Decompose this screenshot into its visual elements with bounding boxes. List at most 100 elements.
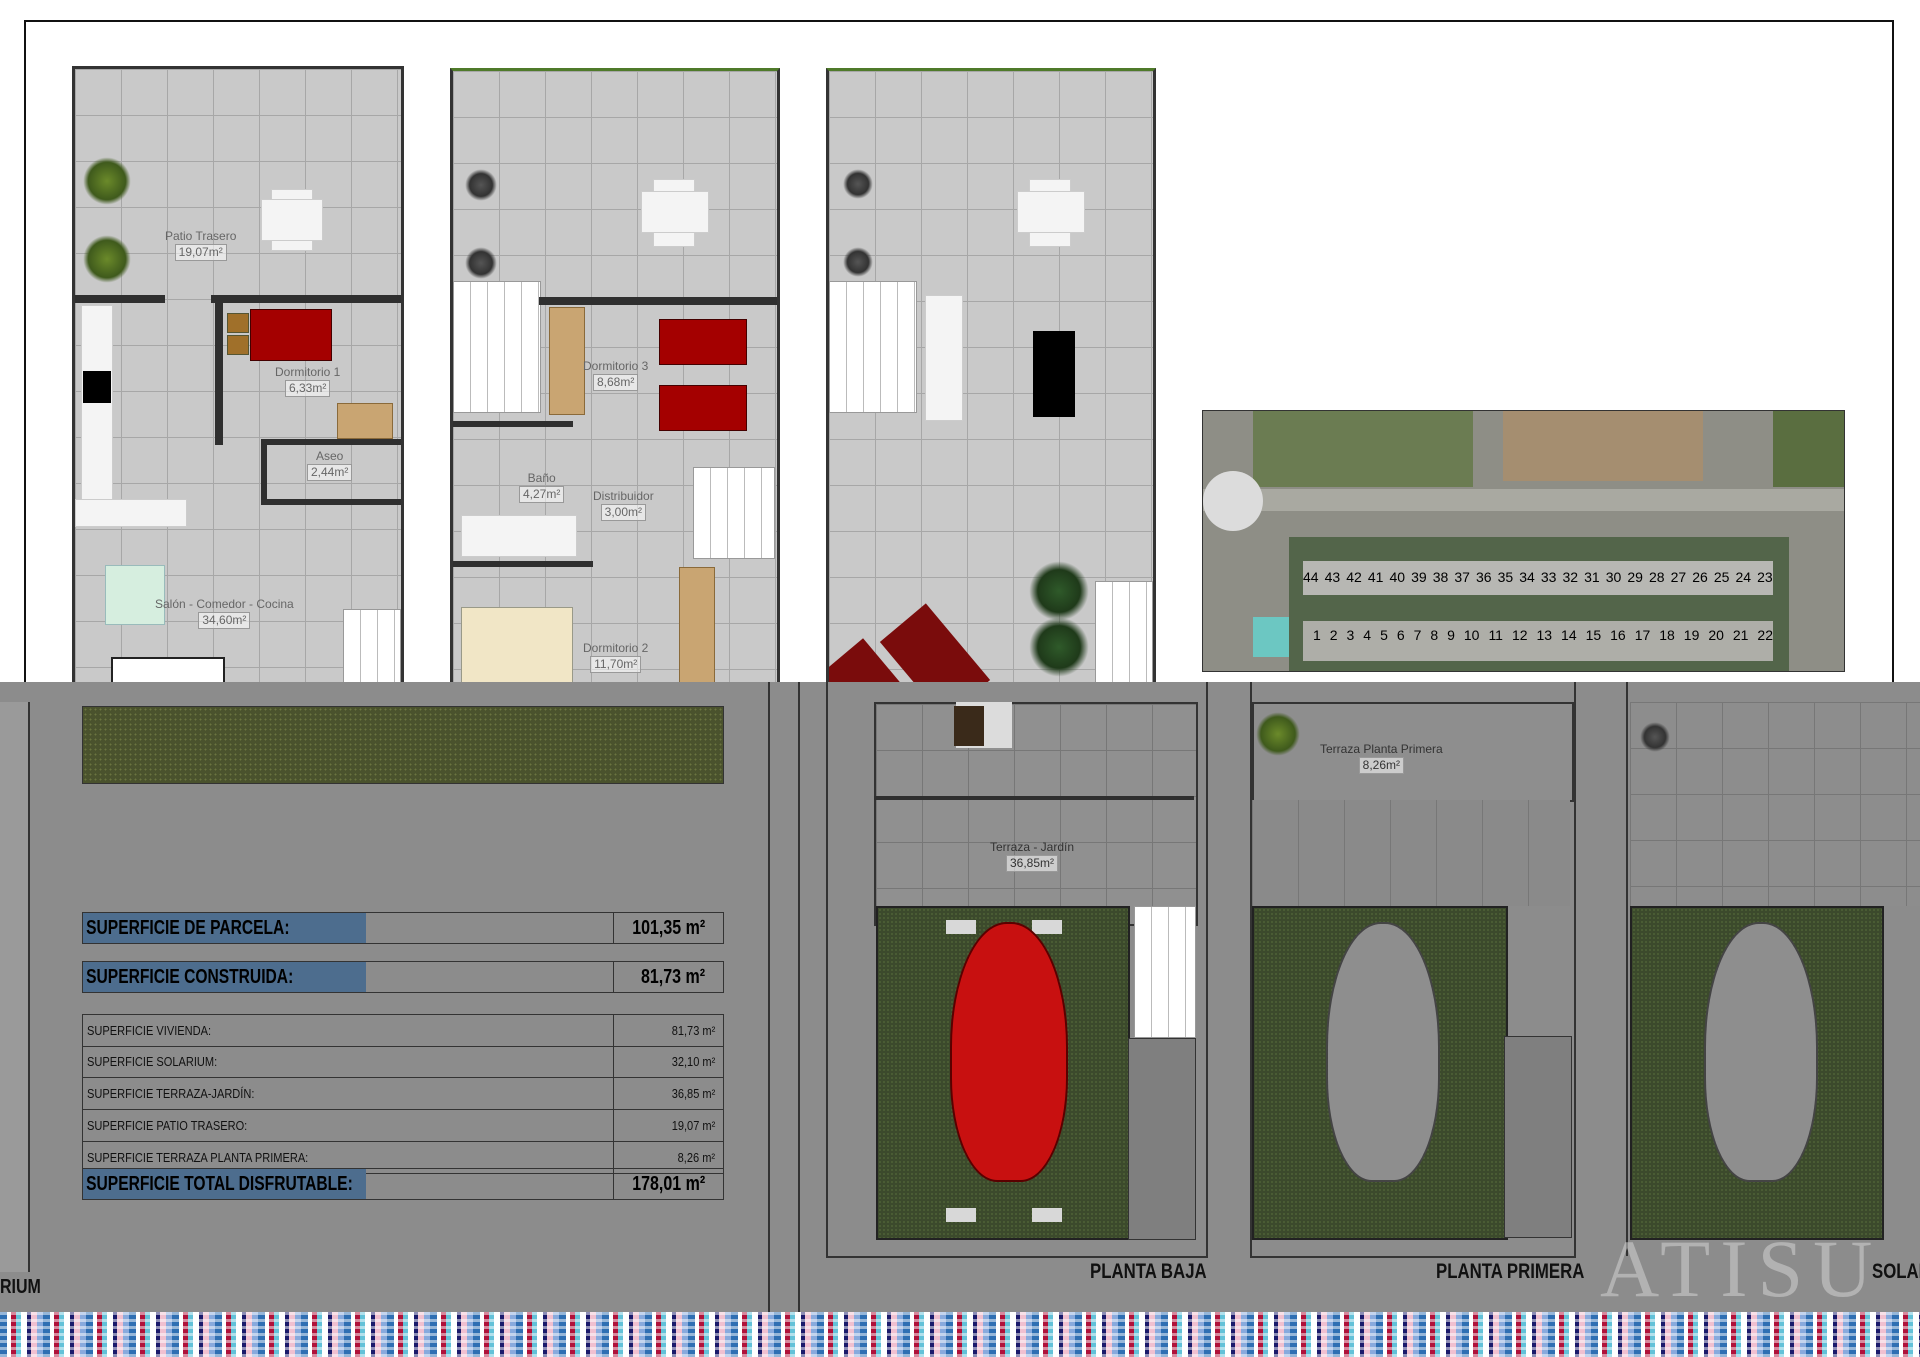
car-grey-icon xyxy=(1326,922,1440,1182)
wall xyxy=(211,295,401,303)
side-path xyxy=(1128,1038,1196,1240)
side-path xyxy=(1504,1036,1572,1238)
room-name: Baño xyxy=(527,471,556,485)
stairs-icon xyxy=(453,281,541,413)
plant-icon xyxy=(83,235,131,283)
room-label-distribuidor: Distribuidor 3,00m² xyxy=(593,489,654,521)
room-area: 6,33m² xyxy=(285,380,331,397)
terrace-area xyxy=(1630,702,1920,906)
room-name: Patio Trasero xyxy=(165,229,237,243)
lower-sheet-strip: RIUM SUPERFICIE DE PARCELA: 101,35 m² SU… xyxy=(0,682,1920,1314)
plant-icon xyxy=(843,169,873,199)
stairs-icon xyxy=(693,467,775,559)
stairs-icon xyxy=(343,609,401,683)
area-row: SUPERFICIE VIVIENDA: 81,73 m² xyxy=(82,1014,724,1047)
area-value: 36,85 m² xyxy=(671,1086,715,1101)
room-area: 36,85m² xyxy=(1006,855,1059,872)
plant-icon xyxy=(1640,722,1670,752)
column-divider xyxy=(613,913,614,943)
total-label: SUPERFICIE TOTAL DISFRUTABLE: xyxy=(86,1173,353,1195)
unit-number: 33 xyxy=(1540,569,1557,585)
roundabout xyxy=(1203,471,1263,531)
unit-number: 27 xyxy=(1670,569,1687,585)
first-floor-plan: Dormitorio 3 8,68m² Baño 4,27m² Distribu… xyxy=(450,68,780,686)
unit-numbers-top: 44 43 42 41 40 39 38 37 36 35 34 33 32 3… xyxy=(1303,569,1773,585)
plant-icon xyxy=(83,157,131,205)
unit-number: 12 xyxy=(1511,627,1528,643)
plant-icon xyxy=(465,169,497,201)
total-value: 178,01 m² xyxy=(632,1173,705,1195)
area-value: 19,07 m² xyxy=(671,1118,715,1133)
parking-paver xyxy=(946,920,976,934)
vegetation-patch xyxy=(1773,411,1844,487)
unit-number: 30 xyxy=(1605,569,1622,585)
terrace-table-icon xyxy=(1017,191,1085,233)
wall xyxy=(453,561,593,567)
car-red-icon xyxy=(950,922,1068,1182)
area-row: SUPERFICIE PATIO TRASERO: 19,07 m² xyxy=(82,1110,724,1142)
unit-number: 9 xyxy=(1447,627,1455,643)
unit-number: 10 xyxy=(1463,627,1480,643)
unit-number: 29 xyxy=(1627,569,1643,585)
room-area: 8,26m² xyxy=(1358,757,1405,774)
palm-icon xyxy=(1029,561,1089,621)
unit-number: 5 xyxy=(1380,627,1388,643)
unit-number: 11 xyxy=(1488,627,1503,643)
car-grey-icon xyxy=(1704,922,1818,1182)
unit-number: 34 xyxy=(1519,569,1535,585)
parcela-value: 101,35 m² xyxy=(632,917,705,939)
room-label-dorm3: Dormitorio 3 8,68m² xyxy=(583,359,648,391)
unit-number: 24 xyxy=(1735,569,1752,585)
room-area: 19,07m² xyxy=(174,244,227,261)
area-row: SUPERFICIE TERRAZA-JARDÍN: 36,85 m² xyxy=(82,1078,724,1110)
caption-partial-left: RIUM xyxy=(0,1276,41,1298)
room-label-terraza-jardin: Terraza - Jardín 36,85m² xyxy=(990,840,1074,872)
unit-number: 32 xyxy=(1562,569,1579,585)
area-row: SUPERFICIE SOLARIUM: 32,10 m² xyxy=(82,1046,724,1078)
ground-floor-plan: Patio Trasero 19,07m² Dormitorio 1 6,33m… xyxy=(72,66,404,686)
plant-icon xyxy=(843,247,873,277)
unit-number: 28 xyxy=(1649,569,1665,585)
wall xyxy=(75,295,165,303)
area-label: SUPERFICIE VIVIENDA: xyxy=(87,1023,212,1038)
unit-number: 20 xyxy=(1708,627,1724,643)
caption-planta-baja: PLANTA BAJA xyxy=(1090,1260,1207,1283)
room-area: 3,00m² xyxy=(600,504,647,521)
unit-number: 3 xyxy=(1346,627,1355,643)
room-label-aseo: Aseo 2,44m² xyxy=(307,449,353,481)
room-area: 4,27m² xyxy=(519,486,565,503)
room-label-dorm2: Dormitorio 2 11,70m² xyxy=(583,641,648,673)
parcela-row: SUPERFICIE DE PARCELA: 101,35 m² xyxy=(82,912,724,944)
parking-paver xyxy=(946,1208,976,1222)
wardrobe-icon xyxy=(679,567,715,683)
room-area: 11,70m² xyxy=(590,656,642,673)
kitchen-island-icon xyxy=(75,499,187,527)
stairs-icon xyxy=(1095,581,1153,683)
parking-paver xyxy=(1032,1208,1062,1222)
unit-number: 23 xyxy=(1757,569,1773,585)
terrace-table-icon xyxy=(641,191,709,233)
unit-number: 1 xyxy=(1313,627,1321,643)
wall xyxy=(215,295,223,445)
pillow-icon xyxy=(227,313,249,333)
wall xyxy=(261,499,401,505)
watermark-logo: ATISU xyxy=(1600,1223,1883,1314)
oven-icon xyxy=(83,371,111,403)
unit-number: 44 xyxy=(1303,569,1319,585)
existing-houses xyxy=(1503,411,1703,481)
room-label-salon: Salón - Comedor - Cocina 34,60m² xyxy=(155,597,294,629)
parking-paver xyxy=(1032,920,1062,934)
room-name: Salón - Comedor - Cocina xyxy=(155,597,294,611)
room-name: Dormitorio 2 xyxy=(583,641,649,655)
unit-number: 39 xyxy=(1411,569,1427,585)
area-label: SUPERFICIE PATIO TRASERO: xyxy=(87,1118,248,1133)
unit-number: 35 xyxy=(1497,569,1514,585)
wardrobe-icon xyxy=(549,307,585,415)
unit-number: 38 xyxy=(1432,569,1449,585)
unit-number: 15 xyxy=(1585,627,1602,643)
room-label-terraza-primera: Terraza Planta Primera 8,26m² xyxy=(1320,742,1443,774)
pillow-icon xyxy=(227,335,249,355)
unit-number: 16 xyxy=(1610,627,1626,643)
plant-icon xyxy=(465,247,497,279)
bed-icon xyxy=(659,385,747,431)
